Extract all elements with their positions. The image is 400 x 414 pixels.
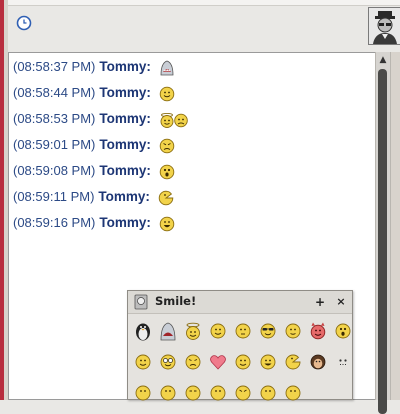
heart-icon[interactable] [208,352,228,372]
message-timestamp: (08:58:44 PM) [13,85,96,100]
smile-picker-icon [134,294,148,310]
message-timestamp: (08:58:37 PM) [13,59,96,74]
smile-icon[interactable] [158,383,178,403]
message-timestamp: (08:59:11 PM) [13,189,95,204]
smile-icon[interactable] [233,383,253,403]
chat-message: (08:59:01 PM) Tommy: [13,135,175,155]
dots-face-icon[interactable] [333,352,353,372]
annoyed-icon [159,138,175,153]
pacman-smiley-icon [158,190,174,205]
chat-message: (08:58:37 PM) Tommy: [13,57,175,77]
surprised-icon[interactable] [333,321,353,341]
smile-icon[interactable] [258,352,278,372]
grin-icon[interactable] [133,383,153,403]
pacman-smiley-icon[interactable] [283,352,303,372]
nerd-icon[interactable] [158,352,178,372]
monkey-icon[interactable] [308,352,328,372]
surprised-icon [159,164,175,179]
smile-icon[interactable] [258,383,278,403]
buddy-avatar[interactable] [368,7,400,45]
message-timestamp: (08:59:08 PM) [13,163,96,178]
close-button[interactable]: × [334,293,348,311]
message-sender: Tommy: [99,163,151,178]
shark-icon [160,60,174,75]
smiley-picker-title: Smile! [155,294,197,308]
chat-message: (08:59:11 PM) Tommy: [13,187,174,207]
angel-icon[interactable] [183,321,203,341]
pin-button[interactable]: + [313,293,327,311]
smile-icon[interactable] [233,321,253,341]
smile-icon[interactable] [208,321,228,341]
smile-icon[interactable] [233,352,253,372]
annoyed-icon[interactable] [183,352,203,372]
message-sender: Tommy: [99,111,151,126]
smile-icon[interactable] [283,383,303,403]
message-sender: Tommy: [99,137,151,152]
smile-icon[interactable] [283,321,303,341]
message-sender: Tommy: [99,59,151,74]
smile-icon[interactable] [208,383,228,403]
message-sender: Tommy: [99,215,151,230]
scroll-up-arrow-icon[interactable]: ▲ [376,52,390,68]
chat-message: (08:58:44 PM) Tommy: [13,83,175,103]
chat-message: (08:59:08 PM) Tommy: [13,161,175,181]
smile-icon[interactable] [133,352,153,372]
background-window-edge [0,0,8,400]
message-timestamp: (08:59:16 PM) [13,215,96,230]
devil-icon[interactable] [308,321,328,341]
smile-icon [159,86,175,101]
angel-sad-icon [160,112,188,128]
chat-message: (08:58:53 PM) Tommy: [13,109,189,129]
message-sender: Tommy: [99,85,151,100]
shark-icon[interactable] [158,321,178,341]
grin-icon [159,216,175,231]
scrollbar-thumb[interactable] [378,69,387,414]
chat-scrollbar[interactable]: ▲ [375,52,390,414]
message-timestamp: (08:59:01 PM) [13,137,96,152]
message-sender: Tommy: [98,189,150,204]
cool-sunglasses-icon[interactable] [258,321,278,341]
chat-message: (08:59:16 PM) Tommy: [13,213,175,233]
message-timestamp: (08:58:53 PM) [13,111,96,126]
smiley-picker-popup: Smile! + × [127,290,353,403]
penguin-icon[interactable] [133,321,153,341]
clock-icon[interactable] [16,15,32,31]
conversation-toolbar [8,0,400,50]
window-edge [390,52,400,400]
smile-icon[interactable] [183,383,203,403]
smiley-picker-titlebar[interactable]: Smile! + × [128,291,352,314]
